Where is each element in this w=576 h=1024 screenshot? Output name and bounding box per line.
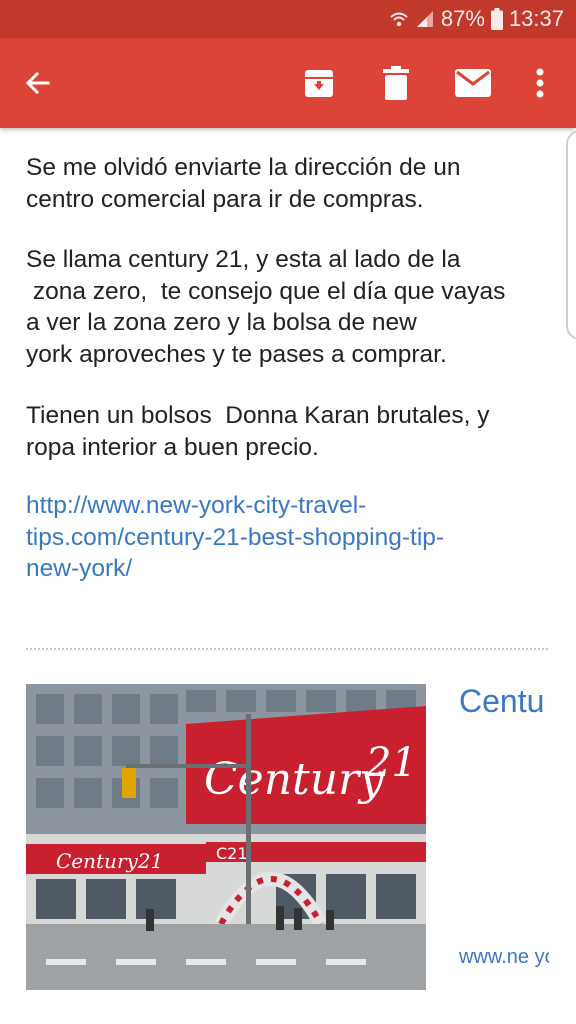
clock: 13:37 <box>508 6 564 31</box>
email-paragraph: Tienen un bolsos Donna Karan brutales, y… <box>26 402 490 461</box>
archive-button[interactable] <box>287 38 351 128</box>
svg-text:Century21: Century21 <box>56 849 163 873</box>
more-options-button[interactable] <box>508 38 572 128</box>
more-vert-icon <box>536 68 544 98</box>
battery-icon <box>490 8 503 30</box>
email-link[interactable]: http://www.new-york-city-travel- tips.co… <box>26 490 556 585</box>
delete-icon <box>383 66 409 100</box>
back-button[interactable] <box>6 38 70 128</box>
link-preview-title[interactable]: Centu 21: Th best shopp tip in New York <box>459 684 549 929</box>
svg-text:21: 21 <box>365 740 417 786</box>
email-paragraph: Se me olvidó enviarte la dirección de un… <box>26 154 461 213</box>
link-preview-image[interactable]: Century 21 Century21 C21 <box>26 684 426 990</box>
svg-text:C21: C21 <box>216 844 248 863</box>
battery-percent: 87% <box>440 6 485 31</box>
signal-icon <box>415 9 435 29</box>
status-bar: 87% 13:37 <box>0 0 576 38</box>
app-bar <box>0 38 576 128</box>
store-sign: Century <box>204 754 385 805</box>
wifi-icon <box>389 9 409 29</box>
back-arrow-icon <box>25 71 50 95</box>
mark-unread-button[interactable] <box>441 38 505 128</box>
delete-button[interactable] <box>364 38 428 128</box>
divider <box>26 648 548 650</box>
archive-icon <box>305 70 333 97</box>
email-paragraph: Se llama century 21, y esta al lado de l… <box>26 246 506 368</box>
mail-icon <box>455 69 491 97</box>
link-preview-url[interactable]: www.ne york-city travel-tip .com <box>459 946 549 1024</box>
scroll-edge <box>566 130 576 340</box>
